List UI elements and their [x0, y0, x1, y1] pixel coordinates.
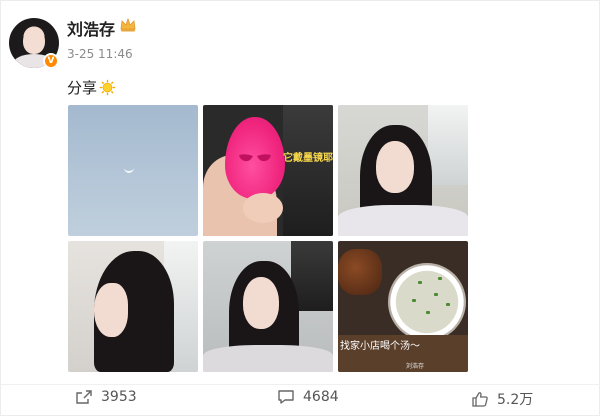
braised-meat-shape [338, 249, 382, 295]
share-button[interactable]: 3953 [75, 389, 137, 405]
share-count: 3953 [101, 389, 137, 405]
post-body: 分享 [67, 77, 116, 98]
face-shape [243, 277, 279, 329]
hoodie-shape [203, 345, 333, 372]
photo-caption: 找家小店喝个汤～ [340, 341, 420, 352]
face-shape [376, 141, 414, 193]
avatar-face [23, 28, 45, 54]
soup-bowl-shape [388, 263, 466, 341]
like-button[interactable]: 5.2万 [471, 389, 533, 409]
scallion [438, 277, 442, 280]
scallion [426, 311, 430, 314]
post-text: 分享 [67, 79, 98, 97]
comment-icon [278, 390, 294, 404]
photo-pink-sponge[interactable]: 它戴墨镜耶 [203, 105, 333, 236]
post-timestamp[interactable]: 3-25 11:46 [67, 47, 133, 61]
photo-selfie-car-1[interactable] [338, 105, 468, 236]
face-shape [94, 283, 128, 337]
scallion [434, 293, 438, 296]
like-count: 5.2万 [497, 392, 534, 408]
photo-soup[interactable]: 找家小店喝个汤～ 刘浩存 [338, 241, 468, 372]
thumbs-up-icon [472, 392, 488, 407]
scallion [446, 303, 450, 306]
author-name[interactable]: 刘浩存 [67, 16, 115, 40]
scallion [412, 299, 416, 302]
car-window [428, 105, 468, 185]
photo-selfie-car-2[interactable] [203, 241, 333, 372]
thumb-shape [243, 193, 283, 223]
crown-icon[interactable] [119, 17, 137, 33]
comment-count: 4684 [303, 389, 339, 405]
hoodie-shape [338, 205, 468, 236]
photo-sky-moon[interactable] [68, 105, 198, 236]
moon-shape [124, 167, 134, 173]
share-icon [76, 390, 92, 404]
photo-profile-car[interactable] [68, 241, 198, 372]
footer-divider [1, 384, 600, 385]
photo-caption: 它戴墨镜耶 [283, 153, 333, 164]
photo-watermark: 刘浩存 [406, 363, 425, 370]
sunglasses-icon [239, 154, 271, 162]
scallion [418, 281, 422, 284]
sun-emoji-icon [99, 79, 116, 96]
verified-badge-icon: V [43, 53, 59, 69]
background-shelf [283, 105, 333, 236]
comment-button[interactable]: 4684 [277, 389, 339, 405]
weibo-post-card: V 刘浩存 3-25 11:46 分享 它戴墨镜耶 找家小店喝个汤～ 刘浩存 3… [0, 0, 600, 416]
